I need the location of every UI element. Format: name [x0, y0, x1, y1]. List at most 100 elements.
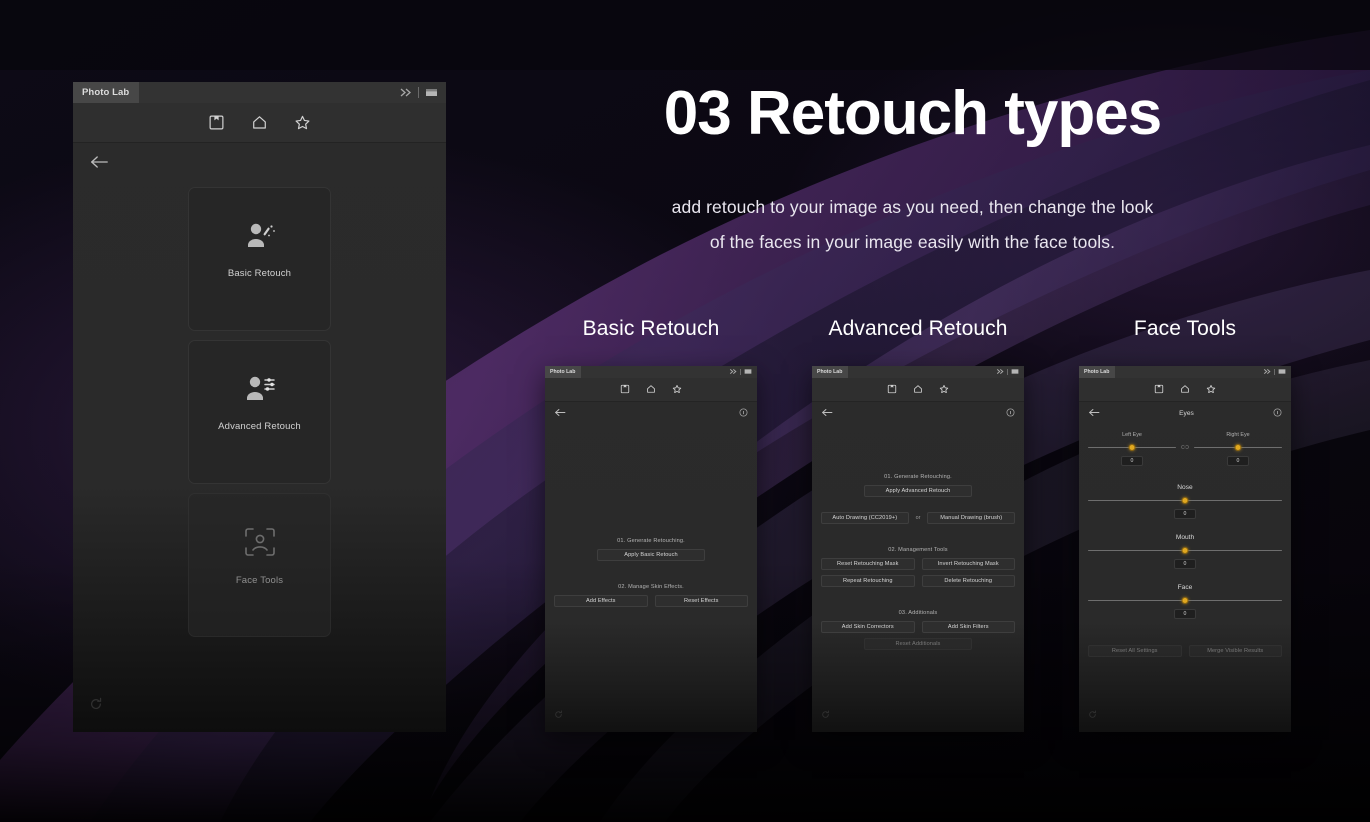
slider-knob[interactable] — [1181, 496, 1189, 504]
right-eye-slider[interactable] — [1194, 443, 1282, 451]
mini-advanced-preview-area — [821, 424, 1015, 474]
save-icon[interactable] — [208, 114, 225, 131]
management-row-2: Repeat Retouching Delete Retouching — [821, 575, 1015, 587]
eyes-section-heading: Eyes — [1179, 409, 1194, 417]
nose-label: Nose — [1177, 484, 1193, 491]
chevron-double-right-icon[interactable] — [729, 368, 737, 377]
apply-basic-retouch-button[interactable]: Apply Basic Retouch — [597, 549, 705, 561]
slider-knob[interactable] — [1128, 443, 1136, 451]
section-label-generate: 01. Generate Retouching. — [617, 538, 685, 544]
card-label: Basic Retouch — [227, 268, 292, 279]
panel-menu-icon[interactable] — [1278, 368, 1286, 377]
person-wand-icon — [243, 221, 277, 256]
chevron-double-right-icon[interactable] — [399, 87, 412, 98]
repeat-retouching-button[interactable]: Repeat Retouching — [821, 575, 915, 587]
panel-menu-icon[interactable] — [1011, 368, 1019, 377]
add-skin-correctors-button[interactable]: Add Skin Correctors — [821, 621, 915, 633]
home-icon[interactable] — [913, 381, 923, 399]
link-icon[interactable] — [1176, 432, 1194, 450]
mouth-value[interactable]: 0 — [1174, 559, 1196, 569]
refresh-icon[interactable] — [89, 697, 103, 716]
nose-slider[interactable] — [1088, 496, 1282, 504]
slider-knob[interactable] — [1234, 443, 1242, 451]
tab-photo-lab[interactable]: Photo Lab — [73, 82, 140, 103]
titlebar-controls — [399, 82, 446, 103]
mini-basic-tab-label: Photo Lab — [550, 369, 576, 375]
apply-advanced-retouch-button[interactable]: Apply Advanced Retouch — [864, 485, 972, 497]
left-eye-label: Left Eye — [1122, 432, 1142, 438]
auto-drawing-button[interactable]: Auto Drawing (CC2019+) — [821, 512, 909, 524]
panel-menu-icon[interactable] — [425, 87, 438, 98]
save-icon[interactable] — [1154, 381, 1164, 399]
slider-knob[interactable] — [1181, 546, 1189, 554]
mini-basic-tab[interactable]: Photo Lab — [545, 366, 582, 378]
mini-basic-back-row — [545, 402, 757, 424]
right-eye-control: Right Eye 0 — [1194, 432, 1282, 466]
photo-lab-main-panel: Photo Lab Basic Retouch Advanced Retouch… — [73, 82, 446, 732]
mouth-slider[interactable] — [1088, 546, 1282, 554]
reset-all-settings-button[interactable]: Reset All Settings — [1088, 645, 1182, 657]
panel-menu-icon[interactable] — [744, 368, 752, 377]
subtitle-line-1: add retouch to your image as you need, t… — [671, 197, 1154, 217]
nose-value[interactable]: 0 — [1174, 509, 1196, 519]
refresh-icon[interactable] — [1088, 706, 1097, 724]
right-eye-value[interactable]: 0 — [1227, 456, 1249, 466]
mini-basic-body: 01. Generate Retouching. Apply Basic Ret… — [545, 424, 757, 732]
eyes-control-group: Left Eye 0 Right Eye 0 — [1088, 432, 1282, 466]
mini-advanced-tab[interactable]: Photo Lab — [812, 366, 849, 378]
column-heading-face: Face Tools — [1133, 317, 1237, 340]
column-heading-basic: Basic Retouch — [582, 317, 720, 340]
chevron-double-right-icon[interactable] — [1263, 368, 1271, 377]
left-eye-value[interactable]: 0 — [1121, 456, 1143, 466]
save-icon[interactable] — [620, 381, 630, 399]
face-slider[interactable] — [1088, 596, 1282, 604]
info-icon[interactable] — [739, 404, 748, 422]
back-arrow-icon[interactable] — [1088, 404, 1100, 422]
card-advanced-retouch[interactable]: Advanced Retouch — [188, 340, 331, 484]
home-icon[interactable] — [251, 114, 268, 131]
chevron-double-right-icon[interactable] — [996, 368, 1004, 377]
add-skin-filters-button[interactable]: Add Skin Filters — [921, 621, 1015, 633]
left-eye-slider[interactable] — [1088, 443, 1176, 451]
reset-effects-button[interactable]: Reset Effects — [654, 595, 748, 607]
mini-face-tab[interactable]: Photo Lab — [1079, 366, 1116, 378]
skin-effects-button-row: Add Effects Reset Effects — [554, 595, 748, 607]
reset-additionals-button[interactable]: Reset Additionals — [864, 638, 972, 650]
save-icon[interactable] — [887, 381, 897, 399]
home-icon[interactable] — [646, 381, 656, 399]
mini-face-titlebar-controls — [1263, 368, 1291, 377]
mini-basic-preview-area — [554, 424, 748, 538]
face-value[interactable]: 0 — [1174, 609, 1196, 619]
add-effects-button[interactable]: Add Effects — [554, 595, 648, 607]
back-arrow-icon[interactable] — [554, 404, 566, 422]
refresh-icon[interactable] — [821, 706, 830, 724]
card-face-tools[interactable]: Face Tools — [188, 493, 331, 637]
titlebar-divider — [740, 369, 741, 375]
person-sliders-icon — [243, 374, 277, 409]
back-arrow-icon[interactable] — [89, 154, 109, 175]
reset-retouching-mask-button[interactable]: Reset Retouching Mask — [821, 558, 915, 570]
left-eye-control: Left Eye 0 — [1088, 432, 1176, 466]
info-icon[interactable] — [1006, 404, 1015, 422]
tab-label: Photo Lab — [82, 87, 130, 98]
star-icon[interactable] — [939, 381, 949, 399]
star-icon[interactable] — [294, 114, 311, 131]
refresh-icon[interactable] — [554, 706, 563, 724]
merge-visible-results-button[interactable]: Merge Visible Results — [1188, 645, 1282, 657]
delete-retouching-button[interactable]: Delete Retouching — [921, 575, 1015, 587]
back-arrow-icon[interactable] — [821, 404, 833, 422]
manual-drawing-button[interactable]: Manual Drawing (brush) — [927, 512, 1016, 524]
star-icon[interactable] — [1206, 381, 1216, 399]
main-panel-toolbar — [73, 103, 446, 143]
invert-retouching-mask-button[interactable]: Invert Retouching Mask — [921, 558, 1015, 570]
info-icon[interactable] — [1273, 404, 1282, 422]
star-icon[interactable] — [672, 381, 682, 399]
card-basic-retouch[interactable]: Basic Retouch — [188, 187, 331, 331]
slider-knob[interactable] — [1181, 596, 1189, 604]
home-icon[interactable] — [1180, 381, 1190, 399]
